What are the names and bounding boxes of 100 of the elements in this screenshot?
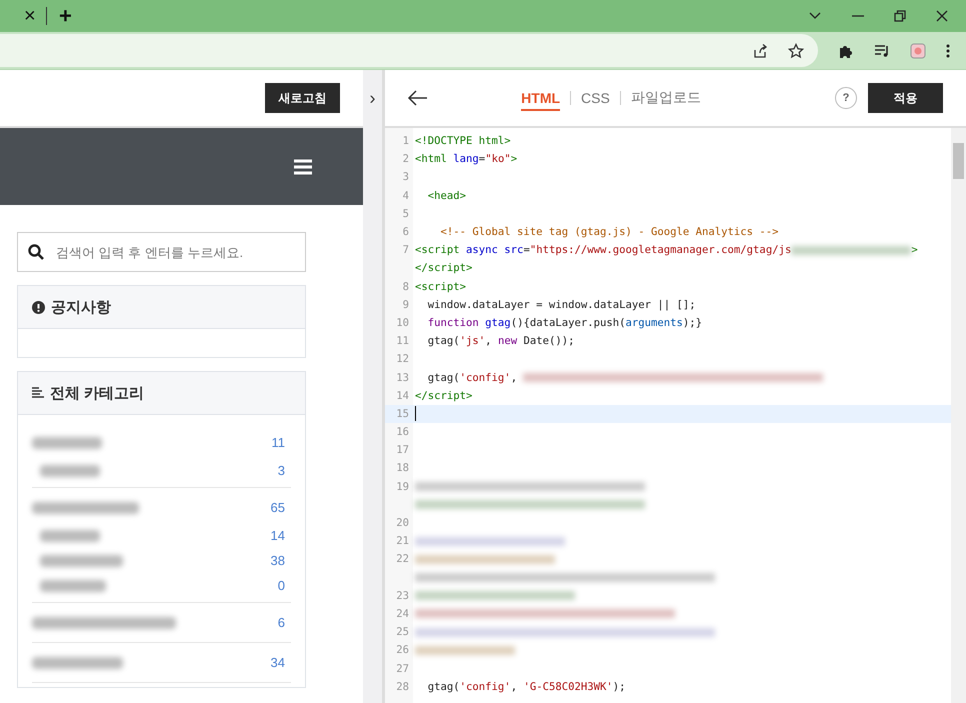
help-button[interactable]: ?: [835, 87, 857, 109]
code-text: <script>: [415, 280, 466, 293]
code-text: <head>: [426, 190, 466, 202]
text-cursor: [415, 406, 416, 422]
restore-icon[interactable]: [894, 10, 906, 22]
line-number: 11: [396, 335, 409, 348]
line-number: 8: [402, 280, 409, 293]
line-number: 3: [402, 171, 409, 184]
category-item[interactable]: 6: [32, 607, 291, 638]
code-text: gtag(: [426, 335, 460, 348]
code-text: new: [498, 335, 518, 348]
code-text: <!DOCTYPE html>: [415, 135, 511, 148]
line-number: 19: [396, 480, 409, 493]
back-arrow-icon[interactable]: [407, 90, 427, 106]
code-text: ,: [485, 335, 493, 348]
code-text: window.dataLayer = window.dataLayer || [];: [426, 298, 696, 311]
line-number: 16: [396, 426, 409, 438]
code-text: "https://www.googletagmanager.com/gtag/js: [530, 244, 792, 256]
category-item[interactable]: 65: [32, 492, 291, 523]
line-number: 23: [396, 590, 409, 602]
line-number: 24: [396, 608, 409, 620]
line-number: 14: [396, 390, 409, 402]
category-title: 전체 카테고리: [50, 384, 144, 402]
line-number: 10: [396, 316, 409, 329]
code-text: 'js': [460, 335, 486, 348]
code-text: </script>: [415, 262, 472, 274]
line-number: 28: [396, 680, 409, 693]
search-icon: [28, 244, 44, 260]
playlist-icon[interactable]: [874, 44, 890, 58]
info-icon: [32, 300, 45, 314]
code-text: (){dataLayer.push(: [510, 316, 626, 329]
code-text: lang: [453, 153, 479, 166]
subcategory-item[interactable]: 14: [32, 523, 291, 548]
line-number: 1: [402, 135, 409, 148]
code-text: 'config': [460, 680, 511, 693]
subcategory-item[interactable]: 3: [32, 458, 291, 483]
refresh-button[interactable]: 새로고침: [265, 83, 340, 113]
code-text: <html: [415, 153, 448, 166]
editor-tab[interactable]: CSS: [581, 86, 610, 110]
minimize-icon[interactable]: [852, 15, 864, 17]
category-item[interactable]: 34: [32, 647, 291, 678]
more-icon[interactable]: [946, 44, 950, 58]
code-text: gtag: [485, 316, 511, 329]
collapse-toggle[interactable]: ›: [370, 88, 376, 108]
new-tab-button[interactable]: +: [59, 3, 72, 29]
code-text: gtag(: [426, 372, 460, 384]
code-text: Date());: [522, 335, 574, 348]
code-text: function: [426, 316, 480, 329]
category-item[interactable]: 11: [32, 427, 291, 458]
list-icon: [32, 387, 44, 399]
line-number: 22: [396, 553, 409, 566]
code-text: async src: [466, 244, 524, 256]
editor-tab[interactable]: 파일업로드: [630, 84, 701, 112]
line-number: 25: [396, 626, 409, 638]
notice-title: 공지사항: [51, 298, 111, 316]
apply-button[interactable]: 적용: [868, 83, 943, 113]
line-number: 20: [396, 517, 409, 530]
star-icon[interactable]: [788, 42, 804, 58]
code-text: ,: [510, 372, 518, 384]
code-text: ,: [510, 680, 518, 693]
code-text: <script: [415, 244, 461, 256]
line-number: 13: [396, 372, 409, 384]
code-text: 'G-C58C02H3WK': [523, 680, 613, 693]
code-text: arguments: [626, 316, 683, 329]
code-text: =: [478, 153, 486, 166]
line-number: 12: [396, 353, 409, 366]
blurred-text: [40, 464, 100, 476]
line-number: 17: [396, 444, 409, 456]
code-text: gtag(: [426, 680, 460, 693]
share-icon[interactable]: [752, 42, 768, 58]
code-text: </script>: [415, 390, 472, 402]
search-field[interactable]: 검색어 입력 후 엔터를 누르세요.: [17, 232, 306, 272]
code-text: =: [523, 244, 530, 256]
line-number: 5: [402, 208, 409, 220]
blurred-text: [32, 436, 102, 448]
code-text: <!-- Global site tag (gtag.js) - Google Analytics -->: [440, 226, 779, 238]
line-number: 21: [396, 535, 409, 548]
menu-icon[interactable]: [294, 158, 312, 174]
code-text: >: [911, 244, 918, 256]
line-number: 26: [396, 644, 409, 656]
code-text: 'config': [460, 372, 511, 384]
editor-tab[interactable]: HTML: [521, 86, 560, 110]
line-number: 18: [396, 462, 409, 474]
line-number: 2: [402, 153, 409, 166]
close-icon[interactable]: [936, 10, 948, 22]
subcategory-item[interactable]: 0: [32, 573, 291, 598]
line-number: 27: [396, 662, 409, 675]
blurred-text: [40, 580, 106, 592]
code-text: );: [612, 680, 626, 693]
line-number: 6: [402, 226, 409, 238]
subcategory-item[interactable]: 38: [32, 548, 291, 573]
blurred-text: [40, 530, 100, 542]
line-number: 9: [402, 298, 409, 311]
tab-close-button[interactable]: ×: [24, 4, 38, 28]
code-text: >: [510, 153, 518, 166]
code-text: "ko": [485, 153, 511, 166]
line-number: 4: [402, 190, 409, 202]
line-number: 15: [396, 408, 409, 420]
code-text: );}: [682, 316, 702, 329]
line-number: 7: [402, 244, 409, 256]
